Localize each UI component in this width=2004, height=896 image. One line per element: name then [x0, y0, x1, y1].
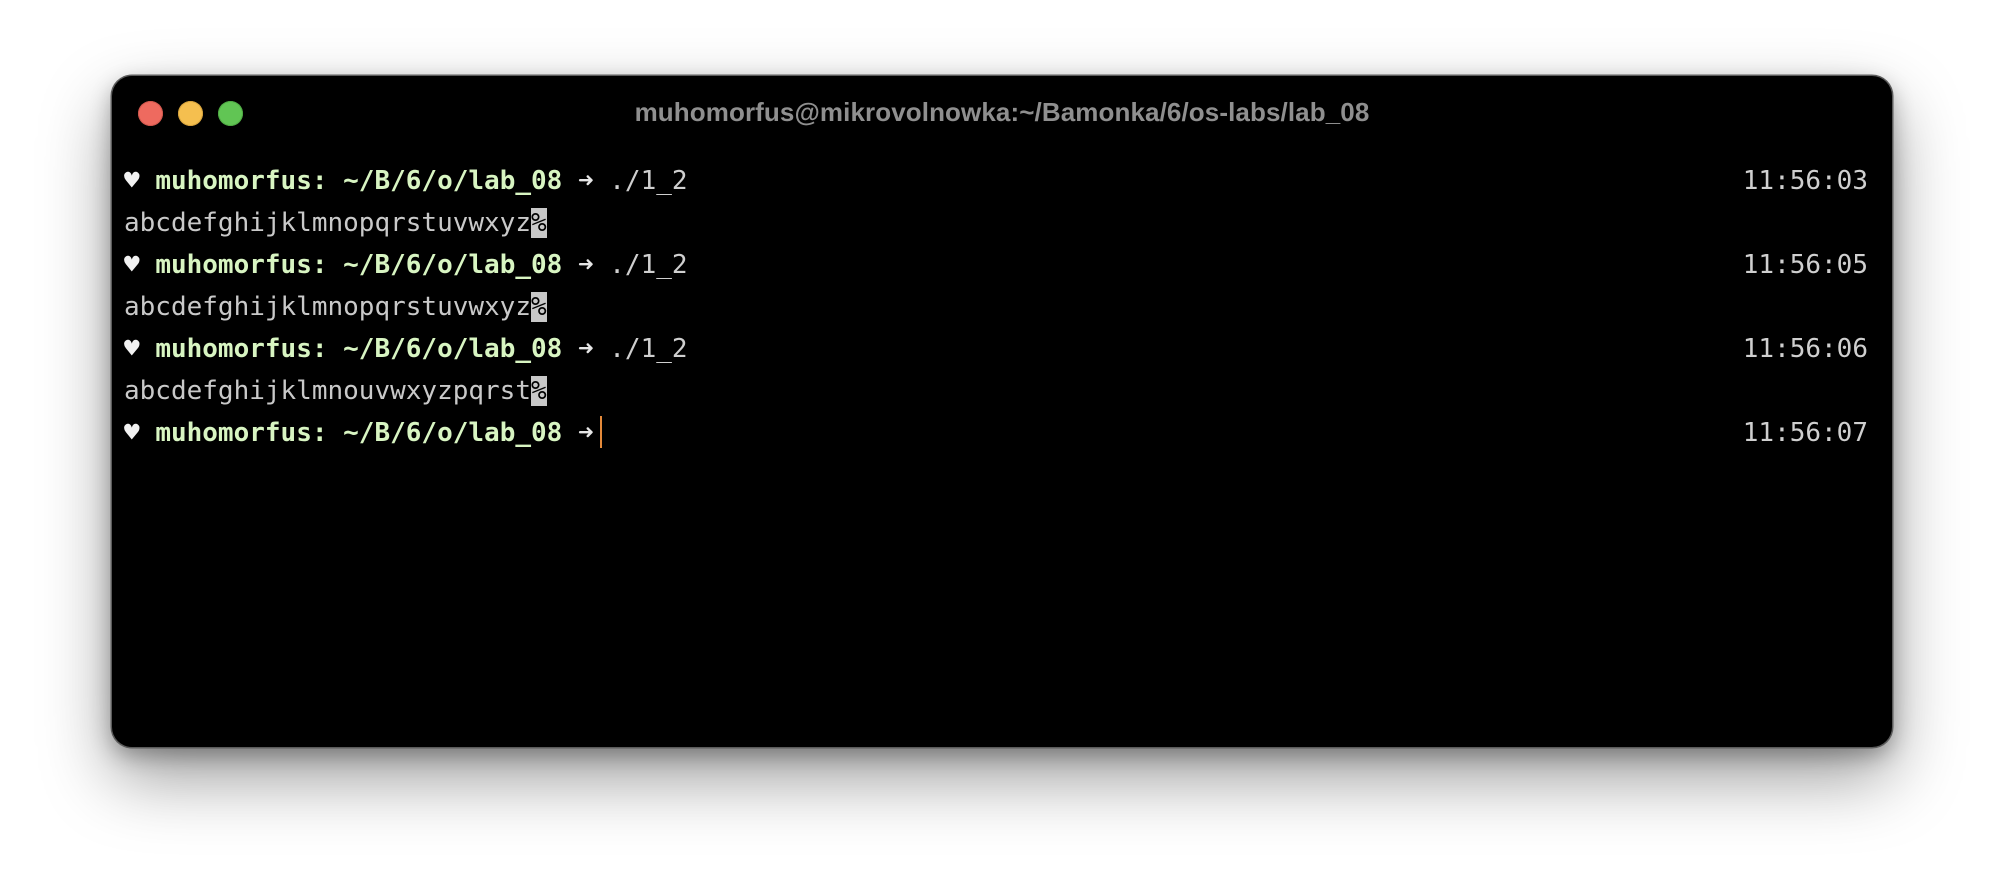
command-output: abcdefghijklmnopqrstuvwxyz — [124, 208, 531, 238]
prompt-user: muhomorfus: — [155, 250, 328, 280]
no-newline-marker: % — [531, 292, 547, 322]
arrow-right-icon: ➜ — [577, 250, 594, 280]
prompt-timestamp: 11:56:07 — [1742, 418, 1868, 448]
command-text: ./1_2 — [609, 166, 688, 196]
output-line: abcdefghijklmnopqrstuvwxyz% — [124, 286, 1868, 328]
command-text: ./1_2 — [609, 250, 688, 280]
prompt-user: muhomorfus: — [155, 418, 328, 448]
command-text: ./1_2 — [609, 334, 688, 364]
terminal-window: muhomorfus@mikrovolnowka:~/Bamonka/6/os-… — [112, 76, 1892, 747]
arrow-right-icon: ➜ — [577, 334, 594, 364]
prompt-timestamp: 11:56:06 — [1742, 334, 1868, 364]
command-output: abcdefghijklmnopqrstuvwxyz — [124, 292, 531, 322]
heart-icon: ♥ — [124, 166, 140, 196]
title-bar[interactable]: muhomorfus@mikrovolnowka:~/Bamonka/6/os-… — [112, 76, 1892, 152]
prompt-timestamp: 11:56:03 — [1742, 166, 1868, 196]
current-prompt-line[interactable]: ♥ muhomorfus: ~/B/6/o/lab_08 ➜ 11:56:07 — [124, 412, 1868, 454]
no-newline-marker: % — [531, 376, 547, 406]
arrow-right-icon: ➜ — [577, 418, 594, 448]
command-output: abcdefghijklmnouvwxyzpqrst — [124, 376, 531, 406]
prompt-path: ~/B/6/o/lab_08 — [343, 418, 563, 448]
prompt-path: ~/B/6/o/lab_08 — [343, 334, 563, 364]
prompt-line: ♥ muhomorfus: ~/B/6/o/lab_08 ➜ ./1_2 11:5… — [124, 328, 1868, 370]
output-line: abcdefghijklmnouvwxyzpqrst% — [124, 370, 1868, 412]
heart-icon: ♥ — [124, 418, 140, 448]
prompt-user: muhomorfus: — [155, 166, 328, 196]
no-newline-marker: % — [531, 208, 547, 238]
terminal-content[interactable]: ♥ muhomorfus: ~/B/6/o/lab_08 ➜ ./1_2 11:5… — [124, 160, 1868, 454]
prompt-path: ~/B/6/o/lab_08 — [343, 166, 563, 196]
window-title: muhomorfus@mikrovolnowka:~/Bamonka/6/os-… — [634, 97, 1370, 127]
heart-icon: ♥ — [124, 250, 140, 280]
arrow-right-icon: ➜ — [577, 166, 594, 196]
prompt-user: muhomorfus: — [155, 334, 328, 364]
output-line: abcdefghijklmnopqrstuvwxyz% — [124, 202, 1868, 244]
prompt-timestamp: 11:56:05 — [1742, 250, 1868, 280]
heart-icon: ♥ — [124, 334, 140, 364]
prompt-path: ~/B/6/o/lab_08 — [343, 250, 563, 280]
text-cursor — [599, 415, 602, 448]
prompt-line: ♥ muhomorfus: ~/B/6/o/lab_08 ➜ ./1_2 11:5… — [124, 244, 1868, 286]
prompt-line: ♥ muhomorfus: ~/B/6/o/lab_08 ➜ ./1_2 11:5… — [124, 160, 1868, 202]
